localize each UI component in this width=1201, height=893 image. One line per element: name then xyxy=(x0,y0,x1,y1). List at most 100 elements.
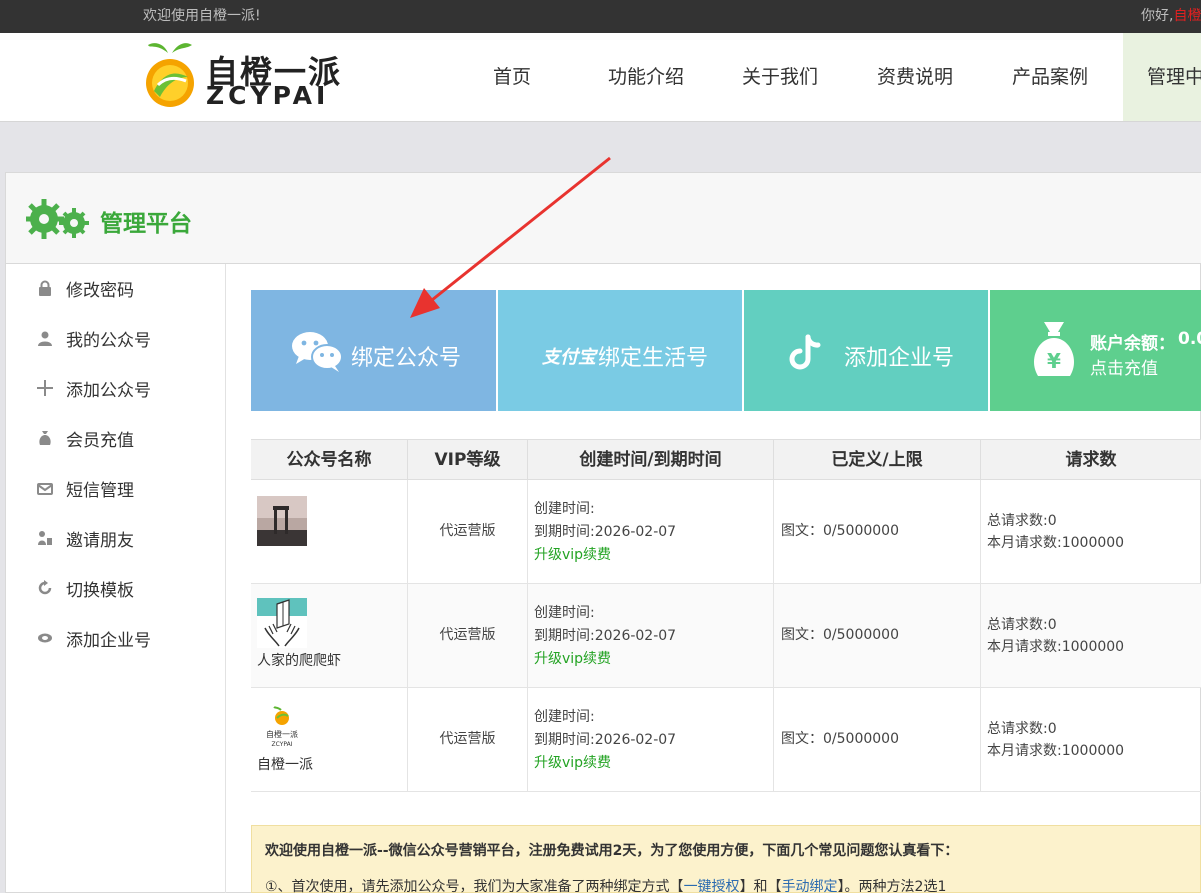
enterprise-link-icon xyxy=(789,334,821,370)
month-requests: 本月请求数:1000000 xyxy=(987,743,1125,759)
lock-icon xyxy=(39,280,51,296)
requests-cell: 总请求数:0 本月请求数:1000000 xyxy=(981,584,1201,687)
sidebar-item-label: 添加企业号 xyxy=(66,631,151,651)
panel-header: 管理平台 xyxy=(6,173,1201,264)
bind-wechat-tile[interactable]: 绑定公众号 xyxy=(251,290,496,411)
plus-icon xyxy=(37,380,53,396)
manual-bind-link[interactable]: 手动绑定 xyxy=(782,879,838,893)
sidebar-item-sms[interactable]: 短信管理 xyxy=(6,464,225,514)
link-icon xyxy=(38,633,52,643)
money-bag-icon xyxy=(39,431,51,445)
sidebar-item-add-enterprise[interactable]: 添加企业号 xyxy=(6,614,225,664)
orange-logo-icon xyxy=(146,43,194,107)
balance-label: 账户余额： xyxy=(1090,334,1175,354)
nav-pricing[interactable]: 资费说明 xyxy=(877,33,953,121)
created-time: 创建时间: xyxy=(534,605,595,621)
upgrade-vip-link[interactable]: 升级vip续费 xyxy=(534,648,611,668)
username-link[interactable]: 自橙 xyxy=(1173,8,1201,24)
requests-cell: 总请求数:0 本月请求数:1000000 xyxy=(981,480,1201,583)
recharge-link[interactable]: 点击充值 xyxy=(1090,354,1158,379)
column-header: 请求数 xyxy=(981,439,1201,480)
sidebar: 修改密码 我的公众号 添加公众号 会员充值 短信管理 邀请朋友 切换模板 添加企… xyxy=(6,264,226,893)
photo-avatar[interactable] xyxy=(257,496,307,546)
sidebar-item-label: 邀请朋友 xyxy=(66,531,134,551)
logo-text-en: ZCYPAI xyxy=(206,81,330,110)
balance-tile[interactable]: ¥ 账户余额： 0.0 点击充值 xyxy=(990,290,1201,411)
alipay-icon: 支付宝 xyxy=(542,347,596,368)
vip-level: 代运营版 xyxy=(408,688,528,791)
nav-cases[interactable]: 产品案例 xyxy=(1012,33,1088,121)
total-requests: 总请求数:0 xyxy=(987,721,1057,737)
account-name: 自橙一派 xyxy=(257,757,313,773)
sidebar-item-label: 会员充值 xyxy=(66,431,134,451)
balance-value: 0.0 xyxy=(1178,329,1201,349)
invite-icon xyxy=(38,531,52,545)
avatar-logo-en: ZCYPAI xyxy=(272,741,293,748)
sidebar-item-invite[interactable]: 邀请朋友 xyxy=(6,514,225,564)
gears-icon xyxy=(26,199,89,239)
svg-text:¥: ¥ xyxy=(1047,349,1061,373)
tile-label: 添加企业号 xyxy=(844,346,955,371)
site-logo[interactable]: 自橙一派 ZCYPAI xyxy=(146,41,346,111)
table-row: 代运营版 创建时间: 到期时间:2026-02-07 升级vip续费 图文：0/… xyxy=(251,480,1201,584)
account-name-cell: 人家的爬爬虾 xyxy=(251,584,408,687)
column-header: VIP等级 xyxy=(408,439,528,480)
sidebar-item-label: 我的公众号 xyxy=(66,331,151,351)
nav-home[interactable]: 首页 xyxy=(493,33,531,121)
table-row: 人家的爬爬虾 代运营版 创建时间: 到期时间:2026-02-07 升级vip续… xyxy=(251,584,1201,688)
notice-heading: 欢迎使用自橙一派--微信公众号营销平台，注册免费试用2天，为了您使用方便，下面几… xyxy=(265,843,959,859)
user-icon xyxy=(38,331,52,346)
month-requests: 本月请求数:1000000 xyxy=(987,639,1125,655)
greeting-prefix: 你好, xyxy=(1141,8,1174,24)
tile-label: 绑定公众号 xyxy=(351,346,462,371)
sidebar-item-change-password[interactable]: 修改密码 xyxy=(6,264,225,314)
envelope-icon xyxy=(37,483,53,495)
top-welcome-bar: 欢迎使用自橙一派! 你好,自橙 xyxy=(0,0,1201,33)
help-notice: 欢迎使用自橙一派--微信公众号营销平台，注册免费试用2天，为了您使用方便，下面几… xyxy=(251,825,1201,893)
upgrade-vip-link[interactable]: 升级vip续费 xyxy=(534,544,611,564)
nav-about[interactable]: 关于我们 xyxy=(742,33,818,121)
upgrade-vip-link[interactable]: 升级vip续费 xyxy=(534,752,611,772)
tile-label: 绑定生活号 xyxy=(598,346,709,371)
expire-time: 到期时间:2026-02-07 xyxy=(534,628,677,644)
expire-time: 到期时间:2026-02-07 xyxy=(534,524,677,540)
defined-limit: 图文：0/5000000 xyxy=(774,688,981,791)
nav-management[interactable]: 管理中心 xyxy=(1123,33,1201,121)
time-cell: 创建时间: 到期时间:2026-02-07 升级vip续费 xyxy=(528,688,774,791)
bind-lifeaccount-tile[interactable]: 支付宝 绑定生活号 xyxy=(498,290,742,411)
notice-step-1: ①、首次使用，请先添加公众号，我们为大家准备了两种绑定方式【一键授权】和【手动绑… xyxy=(265,876,946,893)
welcome-text: 欢迎使用自橙一派! xyxy=(143,8,261,24)
notice-text: 】和【 xyxy=(739,879,782,893)
nav-features[interactable]: 功能介绍 xyxy=(608,33,684,121)
vip-level: 代运营版 xyxy=(408,584,528,687)
sidebar-item-label: 切换模板 xyxy=(66,581,134,601)
account-name: 人家的爬爬虾 xyxy=(257,653,341,669)
defined-limit: 图文：0/5000000 xyxy=(774,584,981,687)
account-name-cell xyxy=(251,480,408,583)
avatar-logo-cn: 自橙一派 xyxy=(266,729,298,739)
column-header: 创建时间/到期时间 xyxy=(528,439,774,480)
month-requests: 本月请求数:1000000 xyxy=(987,535,1125,551)
requests-cell: 总请求数:0 本月请求数:1000000 xyxy=(981,688,1201,791)
logo-avatar[interactable]: 自橙一派 ZCYPAI xyxy=(257,704,307,754)
wechat-icon xyxy=(292,332,343,372)
sidebar-item-add-account[interactable]: 添加公众号 xyxy=(6,364,225,414)
refresh-icon xyxy=(38,580,52,595)
defined-limit: 图文：0/5000000 xyxy=(774,480,981,583)
one-click-auth-link[interactable]: 一键授权 xyxy=(684,879,740,893)
sidebar-item-switch-template[interactable]: 切换模板 xyxy=(6,564,225,614)
sidebar-item-recharge[interactable]: 会员充值 xyxy=(6,414,225,464)
expire-time: 到期时间:2026-02-07 xyxy=(534,732,677,748)
add-enterprise-tile[interactable]: 添加企业号 xyxy=(744,290,988,411)
notice-text: ①、首次使用，请先添加公众号，我们为大家准备了两种绑定方式【 xyxy=(265,879,684,893)
sidebar-item-label: 短信管理 xyxy=(66,481,134,501)
vip-level: 代运营版 xyxy=(408,480,528,583)
hands-avatar[interactable] xyxy=(257,598,307,648)
column-header: 已定义/上限 xyxy=(774,439,981,480)
account-name-cell: 自橙一派 ZCYPAI 自橙一派 xyxy=(251,688,408,791)
column-header: 公众号名称 xyxy=(251,439,408,480)
money-bag-icon: ¥ xyxy=(1033,322,1075,376)
sidebar-item-my-accounts[interactable]: 我的公众号 xyxy=(6,314,225,364)
table-row: 自橙一派 ZCYPAI 自橙一派 代运营版 创建时间: 到期时间:2026-02… xyxy=(251,688,1201,792)
created-time: 创建时间: xyxy=(534,501,595,517)
